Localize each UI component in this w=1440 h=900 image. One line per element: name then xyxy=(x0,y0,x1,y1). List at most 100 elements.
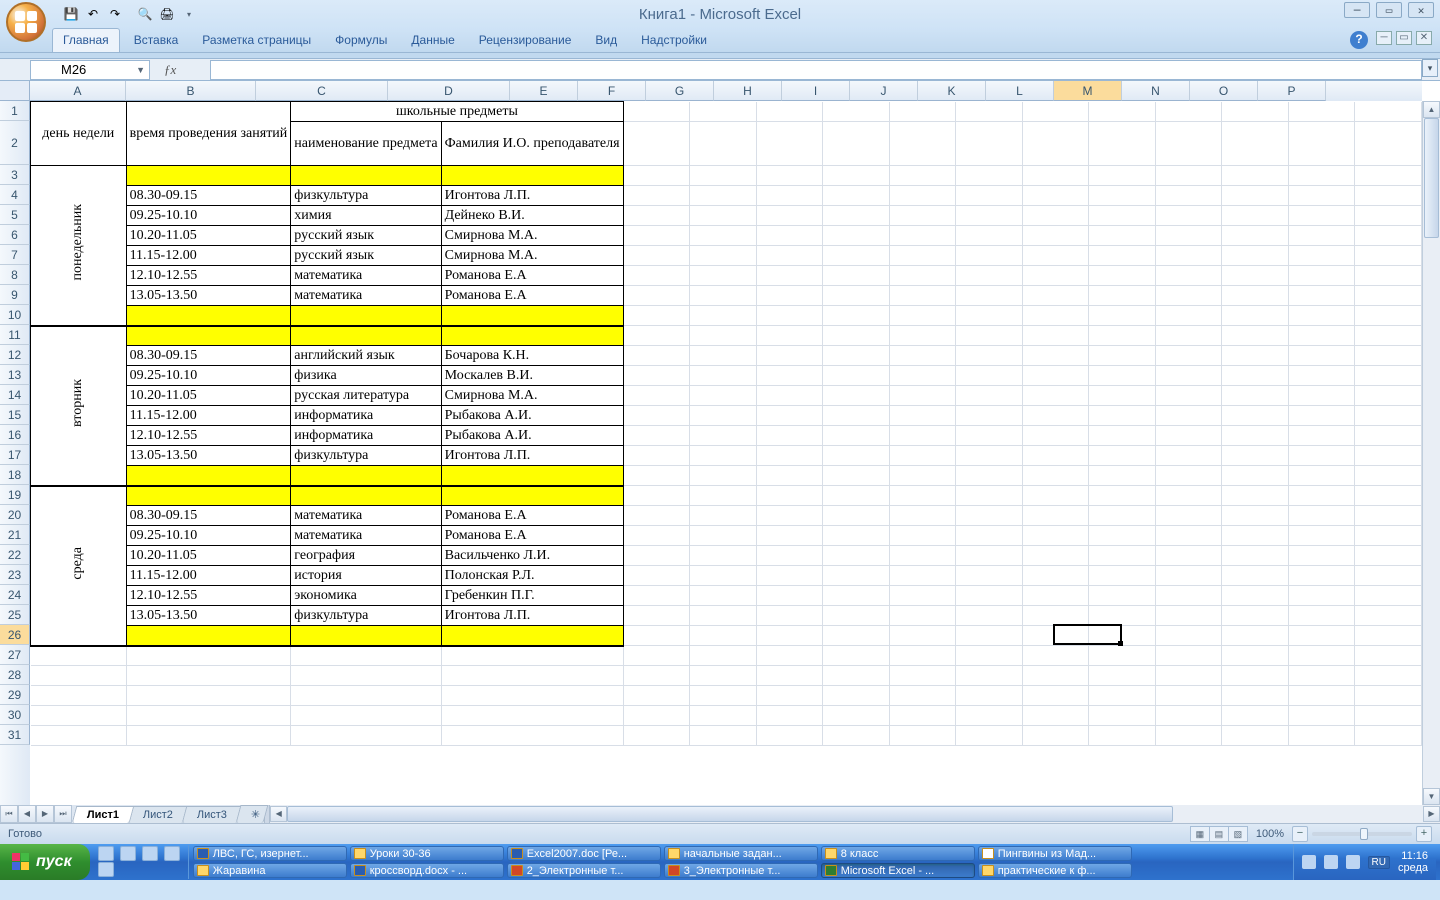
cell[interactable] xyxy=(1222,606,1289,626)
taskbar-button[interactable]: 2_Электронные т... xyxy=(507,863,661,878)
taskbar-button[interactable]: Microsoft Excel - ... xyxy=(821,863,975,878)
cell[interactable] xyxy=(1222,246,1289,266)
cell[interactable]: Васильченко Л.И. xyxy=(441,546,623,566)
cell[interactable] xyxy=(889,346,956,366)
cell[interactable]: Смирнова М.А. xyxy=(441,386,623,406)
cell[interactable] xyxy=(1155,726,1222,746)
cell[interactable] xyxy=(1355,386,1422,406)
zoom-slider[interactable] xyxy=(1312,832,1412,836)
cell[interactable]: география xyxy=(291,546,441,566)
cell[interactable] xyxy=(690,346,757,366)
cell[interactable] xyxy=(1155,102,1222,122)
cell[interactable] xyxy=(1089,606,1156,626)
office-button[interactable] xyxy=(6,2,46,42)
cell[interactable] xyxy=(1222,326,1289,346)
cell[interactable] xyxy=(889,506,956,526)
cell[interactable] xyxy=(1155,586,1222,606)
cell[interactable] xyxy=(690,706,757,726)
cell[interactable] xyxy=(1155,646,1222,666)
cell[interactable] xyxy=(291,686,441,706)
cell[interactable] xyxy=(823,666,890,686)
cell[interactable] xyxy=(1022,246,1089,266)
cell[interactable] xyxy=(1355,686,1422,706)
cell[interactable] xyxy=(823,102,890,122)
cell[interactable] xyxy=(1022,626,1089,646)
cell[interactable] xyxy=(1355,266,1422,286)
cell[interactable] xyxy=(623,406,690,426)
column-header[interactable]: N xyxy=(1122,81,1190,101)
cell[interactable]: 12.10-12.55 xyxy=(126,266,291,286)
column-header[interactable]: I xyxy=(782,81,850,101)
taskbar-button[interactable]: начальные задан... xyxy=(664,846,818,861)
cell[interactable] xyxy=(1155,426,1222,446)
cell[interactable] xyxy=(756,466,823,486)
cell[interactable] xyxy=(1288,526,1355,546)
cell[interactable]: 10.20-11.05 xyxy=(126,226,291,246)
cell[interactable] xyxy=(1022,446,1089,466)
cell[interactable]: вторник xyxy=(31,326,127,486)
taskbar-button[interactable]: 8 класс xyxy=(821,846,975,861)
scroll-right-icon[interactable]: ▶ xyxy=(1423,806,1440,822)
cell[interactable] xyxy=(1022,486,1089,506)
name-box-dropdown-icon[interactable]: ▼ xyxy=(136,65,145,75)
cell[interactable] xyxy=(1288,186,1355,206)
cell[interactable] xyxy=(1222,166,1289,186)
cell[interactable] xyxy=(623,306,690,326)
cell[interactable] xyxy=(756,446,823,466)
cell[interactable]: время проведения занятий xyxy=(126,102,291,166)
cell[interactable] xyxy=(956,186,1023,206)
formula-input[interactable] xyxy=(210,60,1422,80)
cell[interactable] xyxy=(823,406,890,426)
cell[interactable] xyxy=(1222,406,1289,426)
cell[interactable]: Игонтова Л.П. xyxy=(441,606,623,626)
cell[interactable] xyxy=(823,226,890,246)
cell[interactable]: 12.10-12.55 xyxy=(126,426,291,446)
row-header[interactable]: 12 xyxy=(0,345,30,365)
ql-desktop-icon[interactable] xyxy=(142,846,158,861)
cell[interactable] xyxy=(1089,506,1156,526)
cell[interactable] xyxy=(756,306,823,326)
cell[interactable] xyxy=(1222,526,1289,546)
cell[interactable]: Бочарова К.Н. xyxy=(441,346,623,366)
cell[interactable] xyxy=(126,726,291,746)
cell[interactable] xyxy=(126,686,291,706)
cell[interactable] xyxy=(623,426,690,446)
row-header[interactable]: 14 xyxy=(0,385,30,405)
cell[interactable] xyxy=(1155,626,1222,646)
cell[interactable] xyxy=(126,166,291,186)
cell[interactable] xyxy=(756,266,823,286)
cell[interactable] xyxy=(1222,366,1289,386)
cell[interactable] xyxy=(1355,246,1422,266)
cell[interactable] xyxy=(889,626,956,646)
row-header[interactable]: 29 xyxy=(0,685,30,705)
cell[interactable]: английский язык xyxy=(291,346,441,366)
cell[interactable] xyxy=(889,726,956,746)
column-header[interactable]: B xyxy=(126,81,256,101)
cell[interactable] xyxy=(1355,186,1422,206)
cell[interactable] xyxy=(1089,366,1156,386)
cell[interactable] xyxy=(889,122,956,166)
cell[interactable] xyxy=(1222,686,1289,706)
cell[interactable] xyxy=(1355,102,1422,122)
cell[interactable] xyxy=(623,206,690,226)
cell[interactable] xyxy=(956,626,1023,646)
column-header[interactable]: H xyxy=(714,81,782,101)
cell[interactable] xyxy=(823,486,890,506)
cell[interactable] xyxy=(441,466,623,486)
cell[interactable] xyxy=(756,186,823,206)
cell[interactable] xyxy=(956,566,1023,586)
ql-app2-icon[interactable] xyxy=(164,846,180,861)
sheet-tab[interactable]: Лист3 xyxy=(182,806,243,823)
cell[interactable] xyxy=(690,326,757,346)
zoom-slider-thumb[interactable] xyxy=(1360,828,1368,840)
cell[interactable] xyxy=(889,446,956,466)
cell[interactable] xyxy=(623,186,690,206)
cell[interactable] xyxy=(1355,326,1422,346)
column-header[interactable]: J xyxy=(850,81,918,101)
cell[interactable] xyxy=(1155,406,1222,426)
cell[interactable] xyxy=(956,286,1023,306)
cell[interactable] xyxy=(291,666,441,686)
cell[interactable] xyxy=(1288,626,1355,646)
cell[interactable] xyxy=(889,426,956,446)
cell[interactable] xyxy=(31,666,127,686)
